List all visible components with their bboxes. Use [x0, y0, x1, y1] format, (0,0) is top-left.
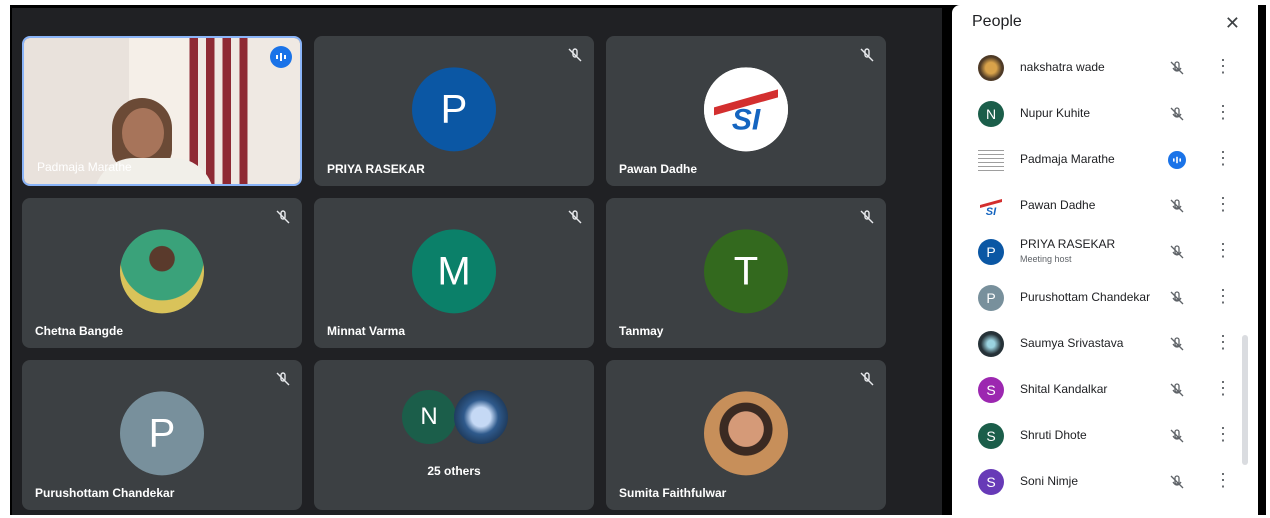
participant-name: Padmaja Marathe: [37, 160, 132, 174]
mic-off-icon: [1170, 475, 1184, 489]
person-role: Meeting host: [1020, 254, 1072, 264]
video-grid: Padmaja Marathe P PRIYA RASEKAR SI Pawan…: [12, 8, 942, 515]
mic-off-icon: [1170, 61, 1184, 75]
participant-tile[interactable]: P Purushottam Chandekar: [22, 360, 302, 510]
mic-off-icon: [1170, 291, 1184, 305]
person-name: Pawan Dadhe: [1020, 198, 1096, 212]
mic-off-icon: [860, 372, 874, 386]
more-options-icon[interactable]: ⋮: [1214, 287, 1232, 305]
person-avatar: [978, 55, 1004, 81]
participant-tile[interactable]: T Tanmay: [606, 198, 886, 348]
person-name: Soni Nimje: [1020, 474, 1079, 488]
person-avatar: N: [978, 101, 1004, 127]
more-options-icon[interactable]: ⋮: [1214, 425, 1232, 443]
person-name: Saumya Srivastava: [1020, 336, 1124, 350]
participant-tile[interactable]: Sumita Faithfulwar: [606, 360, 886, 510]
close-icon[interactable]: ✕: [1225, 13, 1240, 34]
more-options-icon[interactable]: ⋮: [1214, 241, 1232, 259]
person-row[interactable]: N Nupur Kuhite ⋮: [952, 91, 1242, 137]
person-name: Shital Kandalkar: [1020, 382, 1108, 396]
participant-name: Pawan Dadhe: [619, 162, 698, 176]
svg-text:SI: SI: [732, 103, 761, 136]
participant-name: Purushottam Chandekar: [35, 486, 175, 500]
others-avatar: N: [402, 390, 456, 444]
participant-avatar: T: [704, 229, 788, 314]
svg-text:SI: SI: [986, 206, 997, 218]
mic-off-icon: [860, 48, 874, 62]
more-options-icon[interactable]: ⋮: [1214, 195, 1232, 213]
people-list: nakshatra wade ⋮ N Nupur Kuhite ⋮ Padmaj…: [952, 45, 1242, 505]
participant-name: Tanmay: [619, 324, 664, 338]
participant-name: Chetna Bangde: [35, 324, 124, 338]
person-name: Shruti Dhote: [1020, 428, 1087, 442]
person-row[interactable]: S Soni Nimje ⋮: [952, 459, 1242, 505]
others-count: 25 others: [427, 464, 481, 478]
participant-tile[interactable]: P PRIYA RASEKAR: [314, 36, 594, 186]
mic-off-icon: [568, 210, 582, 224]
participant-name: PRIYA RASEKAR: [327, 162, 425, 176]
others-photo-avatar: [454, 390, 508, 444]
participant-tile[interactable]: M Minnat Varma: [314, 198, 594, 348]
person-name: nakshatra wade: [1020, 60, 1105, 74]
person-row[interactable]: nakshatra wade ⋮: [952, 45, 1242, 91]
mic-off-icon: [568, 48, 582, 62]
mic-off-icon: [1170, 107, 1184, 121]
company-logo-avatar: SI: [704, 67, 788, 152]
person-row[interactable]: Padmaja Marathe ⋮: [952, 137, 1242, 183]
mic-off-icon: [1170, 337, 1184, 351]
participant-avatar: P: [120, 391, 204, 476]
mic-off-icon: [276, 210, 290, 224]
mic-off-icon: [1170, 383, 1184, 397]
speaking-indicator-icon: [1168, 151, 1186, 169]
person-name: Nupur Kuhite: [1020, 106, 1091, 120]
participant-tile[interactable]: Padmaja Marathe: [22, 36, 302, 186]
scrollbar[interactable]: [1242, 335, 1248, 465]
person-name: Purushottam Chandekar: [1020, 290, 1151, 304]
participant-tile[interactable]: SI Pawan Dadhe: [606, 36, 886, 186]
person-avatar: P: [978, 285, 1004, 311]
participant-tile[interactable]: Chetna Bangde: [22, 198, 302, 348]
more-options-icon[interactable]: ⋮: [1214, 333, 1232, 351]
person-row[interactable]: S Shital Kandalkar ⋮: [952, 367, 1242, 413]
others-tile[interactable]: N 25 others: [314, 360, 594, 510]
person-row[interactable]: P Purushottam Chandekar ⋮: [952, 275, 1242, 321]
mic-off-icon: [1170, 245, 1184, 259]
participant-photo: [704, 391, 788, 476]
person-name: Padmaja Marathe: [1020, 152, 1115, 166]
person-name: PRIYA RASEKAR: [1020, 237, 1116, 251]
company-logo-avatar: SI: [978, 193, 1004, 219]
participant-name: Sumita Faithfulwar: [619, 486, 727, 500]
more-options-icon[interactable]: ⋮: [1214, 103, 1232, 121]
person-avatar: P: [978, 239, 1004, 265]
speaking-indicator-icon: [270, 46, 292, 68]
people-panel: People ✕ nakshatra wade ⋮ N Nupur Kuhite…: [952, 5, 1258, 515]
person-row[interactable]: S Shruti Dhote ⋮: [952, 413, 1242, 459]
person-avatar: S: [978, 469, 1004, 495]
participant-avatar: P: [412, 67, 496, 152]
person-avatar: S: [978, 377, 1004, 403]
more-options-icon[interactable]: ⋮: [1214, 379, 1232, 397]
person-avatar: [978, 331, 1004, 357]
participant-avatar: M: [412, 229, 496, 314]
mic-off-icon: [860, 210, 874, 224]
mic-off-icon: [1170, 429, 1184, 443]
person-row[interactable]: P PRIYA RASEKAR Meeting host ⋮: [952, 229, 1242, 275]
panel-title: People: [972, 13, 1022, 30]
more-options-icon[interactable]: ⋮: [1214, 471, 1232, 489]
person-row[interactable]: Saumya Srivastava ⋮: [952, 321, 1242, 367]
person-avatar: S: [978, 423, 1004, 449]
more-options-icon[interactable]: ⋮: [1214, 149, 1232, 167]
mic-off-icon: [276, 372, 290, 386]
person-row[interactable]: SI Pawan Dadhe ⋮: [952, 183, 1242, 229]
more-options-icon[interactable]: ⋮: [1214, 57, 1232, 75]
person-avatar: [978, 147, 1004, 173]
participant-name: Minnat Varma: [327, 324, 406, 338]
participant-photo: [120, 229, 204, 314]
mic-off-icon: [1170, 199, 1184, 213]
